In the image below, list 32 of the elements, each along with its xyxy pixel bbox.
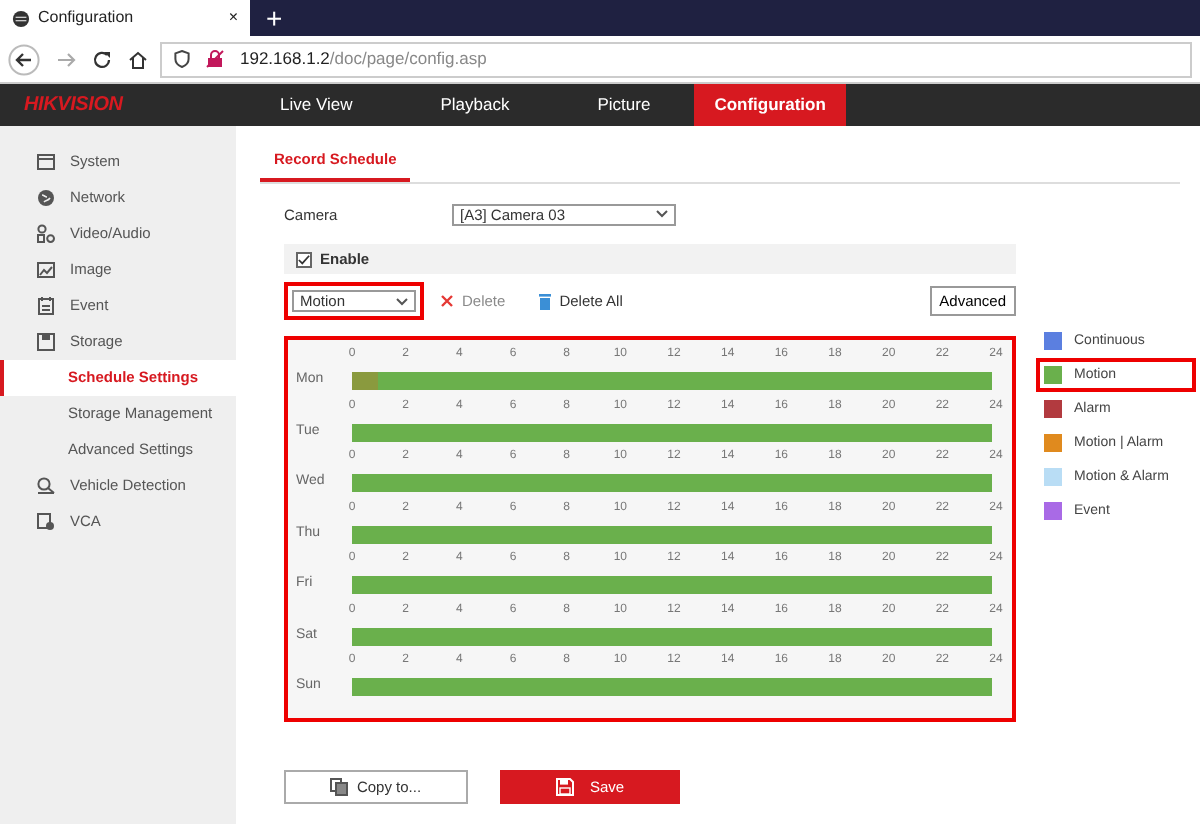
time-segment[interactable] (351, 525, 992, 543)
reload-icon[interactable] (92, 49, 112, 69)
copy-icon (330, 777, 349, 796)
address-bar[interactable]: 192.168.1.2/doc/page/config.asp (160, 41, 1192, 77)
insecure-lock-icon (206, 50, 224, 68)
time-segment[interactable] (351, 627, 992, 645)
save-icon (555, 777, 574, 796)
enable-checkbox[interactable] (296, 251, 312, 268)
back-icon[interactable] (8, 43, 40, 75)
url-path: /doc/page/config.asp (329, 48, 487, 69)
home-icon[interactable] (128, 49, 148, 69)
url-host: 192.168.1.2 (240, 48, 330, 69)
new-tab-button[interactable]: + (266, 4, 283, 32)
nav-tab[interactable]: Configuration (694, 84, 846, 126)
browser-tab[interactable]: Configuration × (0, 0, 250, 36)
trash-icon (537, 293, 552, 310)
selected-time-segment[interactable] (351, 372, 378, 390)
caret-icon (656, 210, 668, 219)
logo: HIKVISION (22, 92, 125, 120)
window-icon (36, 152, 56, 172)
calendar-icon (36, 296, 56, 316)
close-icon (440, 294, 454, 309)
image-icon (36, 260, 56, 280)
forward-icon[interactable] (56, 49, 76, 69)
caret-icon (396, 297, 408, 306)
nav-tab[interactable]: Live View (236, 84, 397, 126)
time-segment[interactable] (351, 423, 992, 441)
tab-title: Configuration (38, 6, 134, 30)
close-tab-button[interactable]: × (228, 6, 238, 30)
nav-tab[interactable]: Playback (396, 84, 554, 126)
shield-icon (174, 50, 190, 68)
nav-tab[interactable]: Picture (553, 84, 695, 126)
